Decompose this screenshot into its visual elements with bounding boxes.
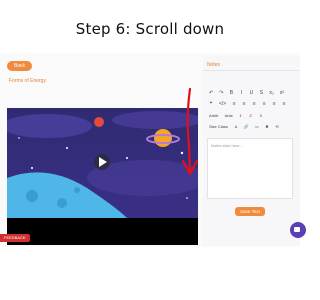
- clear-format-icon[interactable]: ✖: [265, 124, 269, 129]
- underline-icon[interactable]: U: [249, 90, 254, 96]
- toolbar-row-4: Size Class A 🔗 ▭ ✖ ⟲: [209, 124, 279, 129]
- play-icon[interactable]: [94, 154, 110, 170]
- quote-icon[interactable]: ❝: [209, 101, 213, 107]
- red-planet: [94, 117, 104, 127]
- video-thumbnail: [7, 108, 198, 218]
- size-select[interactable]: Size Class: [209, 124, 228, 129]
- video-controls-bar: [7, 218, 198, 245]
- align-right-icon[interactable]: ≡: [252, 101, 256, 107]
- save-text-button[interactable]: Save Text: [235, 207, 265, 216]
- bold-icon[interactable]: B: [229, 90, 233, 96]
- feedback-tab[interactable]: FEEDBACK: [0, 234, 30, 242]
- subscript-icon[interactable]: x₂: [269, 90, 273, 96]
- undo-icon[interactable]: ↶: [209, 90, 213, 96]
- list-ordered-icon[interactable]: ≡: [272, 101, 276, 107]
- notes-placeholder: Notes start here...: [211, 143, 243, 148]
- section-title: Forms of Energy: [9, 78, 46, 84]
- format-select[interactable]: Arbitr: [209, 113, 219, 118]
- superscript-icon[interactable]: x²: [280, 90, 284, 96]
- list-bullet-icon[interactable]: ≡: [282, 101, 286, 107]
- heading-3-button[interactable]: 3: [259, 113, 263, 118]
- ringed-planet: [154, 129, 172, 147]
- image-icon[interactable]: ▭: [255, 124, 259, 129]
- chat-icon: [294, 227, 300, 232]
- redo-icon[interactable]: ↷: [219, 90, 223, 96]
- align-left-icon[interactable]: ≡: [232, 101, 236, 107]
- link-icon[interactable]: 🔗: [244, 124, 249, 129]
- italic-icon[interactable]: I: [239, 90, 243, 96]
- toolbar-row-3: Arbitr Arial 1 2 3: [209, 113, 263, 118]
- video-player[interactable]: [7, 108, 198, 218]
- toolbar-row-2: ❝ </> ≡ ≡ ≡ ≡ ≡ ≡: [209, 101, 286, 107]
- font-select[interactable]: Arial: [225, 113, 233, 118]
- scroll-down-arrow-icon: [181, 87, 199, 176]
- align-center-icon[interactable]: ≡: [242, 101, 246, 107]
- strike-icon[interactable]: S: [259, 90, 263, 96]
- text-color-icon[interactable]: A: [234, 124, 238, 129]
- notes-title: Notes: [207, 62, 221, 68]
- heading-1-button[interactable]: 1: [239, 113, 243, 118]
- heading-2-button[interactable]: 2: [249, 113, 253, 118]
- back-button[interactable]: Back: [7, 61, 32, 71]
- history-icon[interactable]: ⟲: [275, 124, 279, 129]
- code-icon[interactable]: </>: [219, 101, 226, 107]
- justify-icon[interactable]: ≡: [262, 101, 266, 107]
- instruction-heading: Step 6: Scroll down: [75, 20, 225, 38]
- toolbar-row-1: ↶ ↷ B I U S x₂ x²: [209, 90, 284, 96]
- notes-divider: [203, 70, 300, 71]
